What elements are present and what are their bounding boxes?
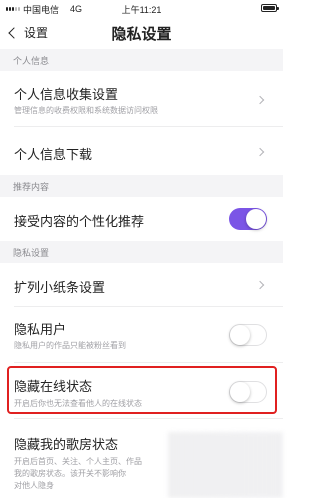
row-title: 隐私用户 xyxy=(14,322,67,337)
blurred-overlay xyxy=(168,432,283,498)
row-title: 扩列小纸条设置 xyxy=(14,280,106,295)
section-header-recommend: 推荐内容 xyxy=(0,175,283,197)
row-subtitle: 隐私用户的作品只能被粉丝看到 xyxy=(14,341,126,350)
chevron-right-icon xyxy=(255,95,265,105)
toggle-knob xyxy=(246,209,266,229)
toggle-knob xyxy=(230,382,250,402)
status-bar: 中国电信 4G 上午11:21 xyxy=(0,0,283,18)
row-private-user: 隐私用户 隐私用户的作品只能被粉丝看到 xyxy=(0,307,283,363)
row-personalized: 接受内容的个性化推荐 xyxy=(0,197,283,241)
row-hide-online: 隐藏在线状态 开启后你也无法查看他人的在线状态 xyxy=(0,363,283,419)
row-info-download[interactable]: 个人信息下载 xyxy=(0,127,283,175)
row-title: 隐藏我的歌房状态 xyxy=(14,437,119,452)
row-subtitle-line: 我的歌房状态。该开关不影响你 xyxy=(14,469,126,478)
row-note-settings[interactable]: 扩列小纸条设置 xyxy=(0,263,283,307)
chevron-right-icon xyxy=(255,280,265,290)
section-header-personal-info: 个人信息 xyxy=(0,49,283,71)
page-title: 隐私设置 xyxy=(111,26,172,43)
private-user-toggle[interactable] xyxy=(229,324,267,346)
row-title: 个人信息收集设置 xyxy=(14,87,119,102)
row-subtitle-line: 对他人隐身 xyxy=(14,481,54,490)
row-subtitle: 管理信息的收费权限和系统数据访问权限 xyxy=(14,106,158,115)
row-subtitle-line: 开启后首页、关注、个人主页、作品 xyxy=(14,457,142,466)
row-title: 个人信息下载 xyxy=(14,147,93,162)
chevron-right-icon xyxy=(255,147,265,157)
nav-bar: 设置 隐私设置 xyxy=(0,18,283,48)
row-subtitle: 开启后你也无法查看他人的在线状态 xyxy=(14,399,142,408)
row-title: 隐藏在线状态 xyxy=(14,379,93,394)
toggle-knob xyxy=(230,325,250,345)
battery-icon xyxy=(261,4,279,12)
row-info-collect[interactable]: 个人信息收集设置 管理信息的收费权限和系统数据访问权限 xyxy=(0,71,283,127)
personalized-toggle[interactable] xyxy=(229,208,267,230)
row-title: 接受内容的个性化推荐 xyxy=(14,214,145,229)
status-time: 上午11:21 xyxy=(121,5,162,15)
hide-online-toggle[interactable] xyxy=(229,381,267,403)
section-header-privacy: 隐私设置 xyxy=(0,241,283,263)
